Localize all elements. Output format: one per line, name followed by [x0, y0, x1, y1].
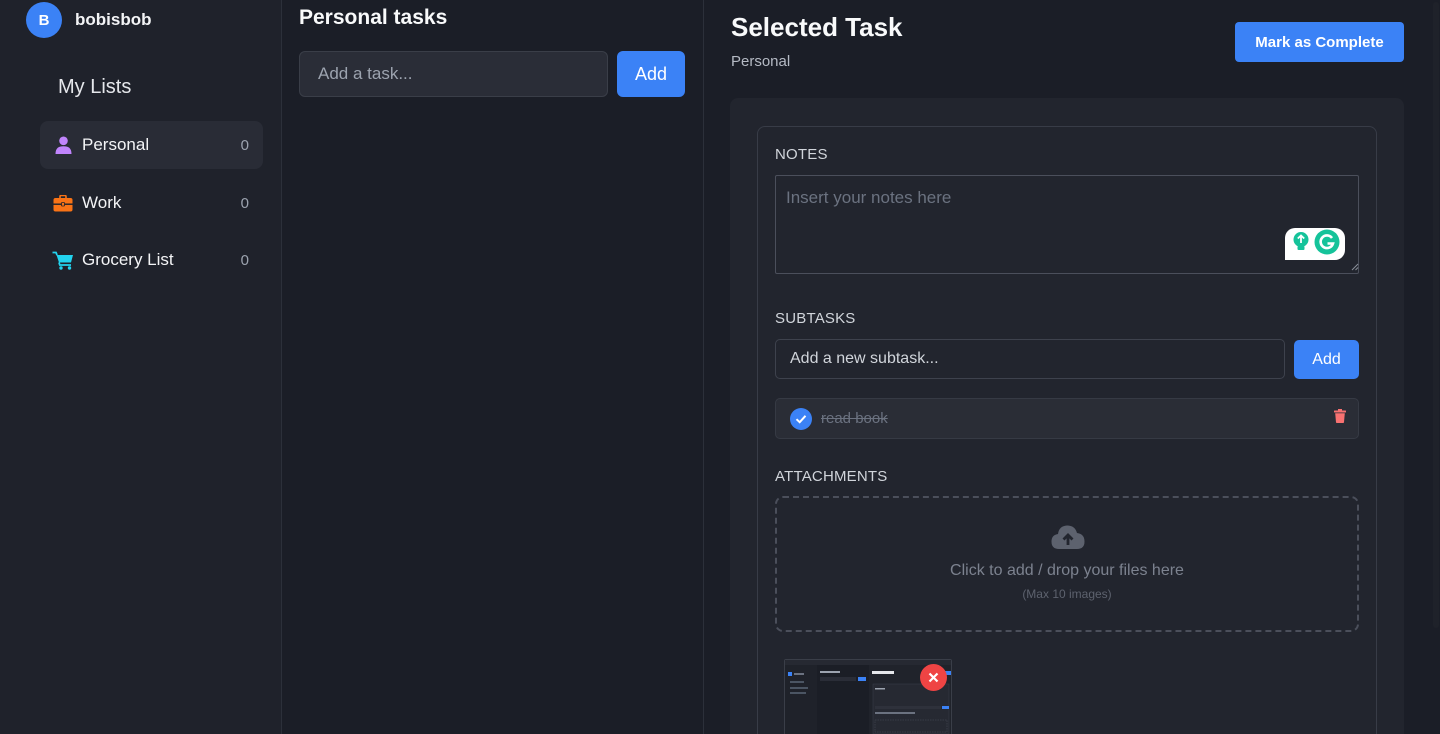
- sidebar-item-label: Grocery List: [82, 250, 174, 269]
- grammarly-icon[interactable]: [1314, 229, 1340, 260]
- add-task-button[interactable]: Add: [617, 51, 685, 97]
- dropzone-text: Click to add / drop your files here: [950, 562, 1184, 579]
- sidebar-item-count: 0: [240, 136, 249, 154]
- dropzone-limit: (Max 10 images): [1022, 587, 1112, 601]
- task-list-title: Personal tasks: [299, 6, 448, 29]
- sidebar-item-work[interactable]: Work 0: [40, 179, 263, 227]
- mark-complete-button[interactable]: Mark as Complete: [1235, 22, 1404, 62]
- user-icon: [52, 135, 74, 155]
- subtask-text: read book: [821, 410, 888, 427]
- grammarly-widget[interactable]: [1285, 228, 1345, 260]
- lightbulb-icon[interactable]: [1291, 231, 1311, 258]
- task-column: Personal tasks Add: [282, 0, 704, 734]
- attachments-label: ATTACHMENTS: [775, 468, 888, 485]
- add-subtask-button[interactable]: Add: [1294, 340, 1359, 379]
- cart-icon: [52, 250, 74, 270]
- sidebar-item-grocery-list[interactable]: Grocery List 0: [40, 236, 263, 284]
- subtask-item[interactable]: read book: [775, 398, 1359, 439]
- briefcase-icon: [52, 193, 74, 213]
- notes-textarea[interactable]: [775, 175, 1359, 274]
- username: bobisbob: [75, 10, 152, 29]
- sidebar: B bobisbob My Lists Personal 0 Work 0 Gr…: [0, 0, 282, 734]
- subtasks-label: SUBTASKS: [775, 310, 856, 327]
- user-profile[interactable]: B bobisbob: [26, 2, 151, 38]
- scrollbar-thumb[interactable]: [1433, 2, 1439, 628]
- detail-title: Selected Task: [731, 12, 903, 42]
- sidebar-item-label: Personal: [82, 135, 150, 154]
- add-task-input[interactable]: [299, 51, 608, 97]
- avatar[interactable]: B: [26, 2, 62, 38]
- remove-attachment-button[interactable]: [920, 664, 947, 691]
- lists-heading: My Lists: [58, 76, 132, 98]
- detail-list-name: Personal: [731, 53, 791, 70]
- trash-icon[interactable]: [1334, 409, 1346, 428]
- sidebar-item-count: 0: [240, 251, 249, 269]
- sidebar-item-count: 0: [240, 194, 249, 212]
- close-icon: [928, 672, 939, 683]
- notes-label: NOTES: [775, 146, 828, 163]
- checkmark-icon[interactable]: [790, 407, 812, 430]
- cloud-upload-icon: [1051, 525, 1085, 549]
- task-detail: Selected Task Personal Mark as Complete …: [704, 0, 1440, 734]
- sidebar-item-label: Work: [82, 193, 122, 212]
- resize-handle-icon[interactable]: [1351, 263, 1359, 271]
- add-subtask-input[interactable]: [775, 339, 1285, 379]
- sidebar-item-personal[interactable]: Personal 0: [40, 121, 263, 169]
- attachment-dropzone[interactable]: Click to add / drop your files here (Max…: [775, 496, 1359, 632]
